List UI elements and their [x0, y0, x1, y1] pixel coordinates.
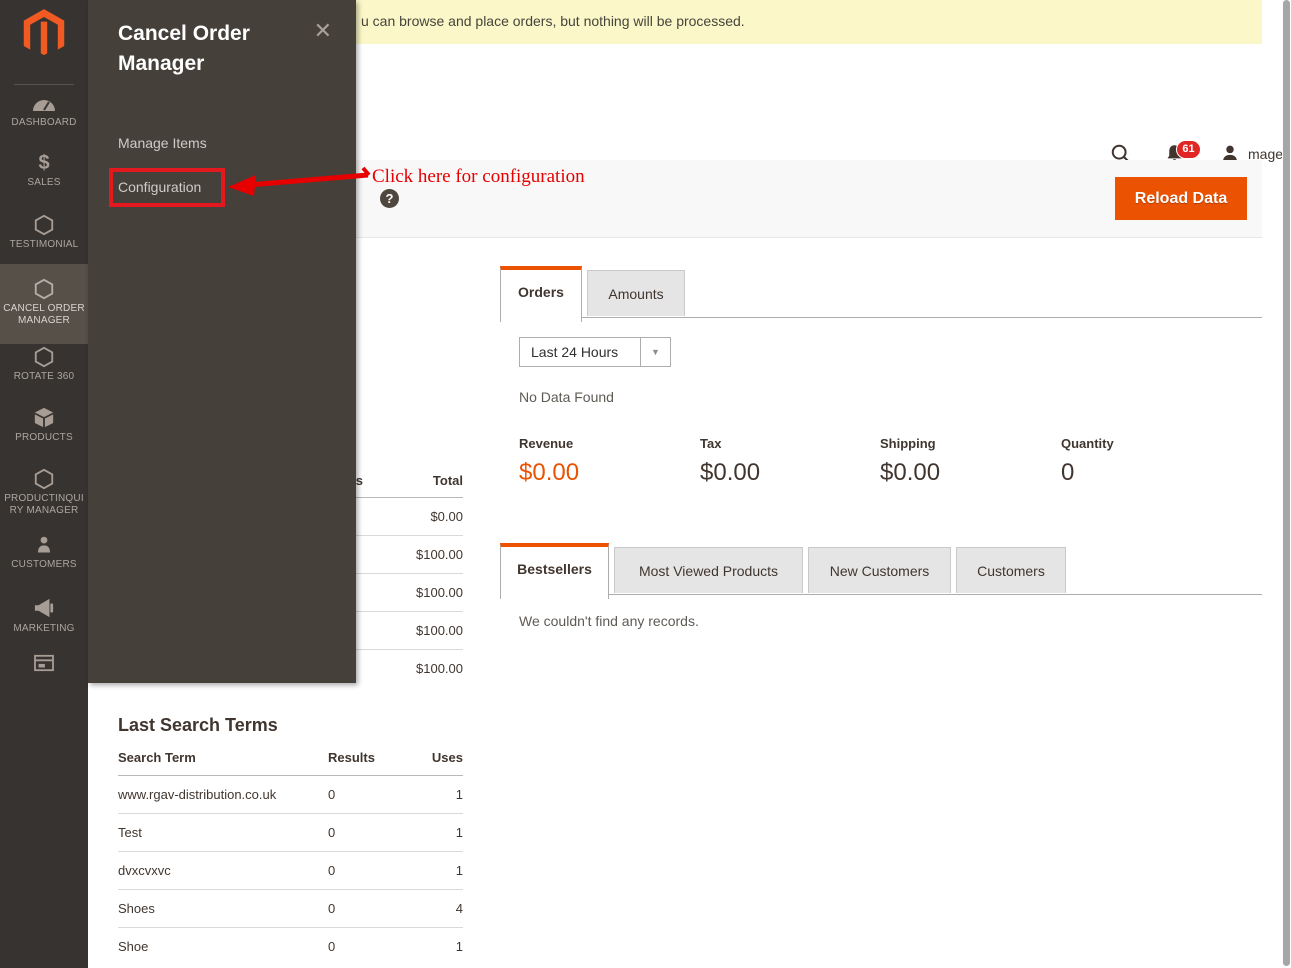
dollar-icon: $ [0, 152, 88, 174]
uses-cell: 1 [408, 863, 463, 878]
content-icon [0, 654, 88, 676]
bestsellers-tabbar: Bestsellers Most Viewed Products New Cus… [500, 543, 1262, 595]
results-cell: 0 [328, 939, 408, 954]
stat-value: $0.00 [519, 459, 694, 487]
sidebar-item-cancel-order-manager[interactable]: CANCEL ORDER MANAGER [0, 264, 88, 344]
results-cell: 0 [328, 825, 408, 840]
sidebar-item-content[interactable] [0, 652, 88, 678]
help-tooltip-icon[interactable]: ? [380, 189, 399, 208]
flyout-title: Cancel Order Manager [118, 19, 303, 79]
orders-tabbar: Orders Amounts [500, 266, 1262, 318]
annotation-text: Click here for configuration [372, 166, 585, 188]
scrollbar-thumb[interactable] [1283, 0, 1290, 966]
order-total: $100.00 [363, 661, 463, 676]
uses-cell: 4 [408, 901, 463, 916]
box-icon [0, 407, 88, 429]
orders-panel: Orders Amounts Last 24 Hours ▼ No Data F… [500, 266, 1262, 318]
stat-quantity: Quantity 0 [1061, 436, 1236, 487]
hexagon-icon [0, 346, 88, 368]
last-search-terms-section: Last Search Terms Search Term Results Us… [118, 715, 463, 965]
section-title: Last Search Terms [118, 715, 463, 736]
hexagon-icon [0, 278, 88, 300]
sidebar-item-dashboard[interactable]: DASHBOARD [0, 90, 88, 131]
search-term-cell: Shoe [118, 939, 328, 954]
column-search-term: Search Term [118, 750, 328, 765]
bestsellers-panel: Bestsellers Most Viewed Products New Cus… [500, 543, 1262, 595]
hexagon-icon [0, 468, 88, 490]
sidebar-item-products[interactable]: PRODUCTS [0, 405, 88, 446]
bestsellers-empty-message: We couldn't find any records. [519, 613, 699, 629]
orders-empty-message: No Data Found [519, 389, 614, 405]
search-term-cell: Test [118, 825, 328, 840]
cancel-order-manager-flyout: Cancel Order Manager ✕ Manage Items Conf… [88, 0, 356, 683]
dashboard-gauge-icon [0, 92, 88, 114]
results-cell: 0 [328, 863, 408, 878]
order-total: $100.00 [363, 585, 463, 600]
megaphone-icon [0, 598, 88, 620]
tab-bestsellers[interactable]: Bestsellers [500, 543, 609, 599]
magento-admin-dashboard: u can browse and place orders, but nothi… [0, 0, 1291, 968]
stat-tax: Tax $0.00 [700, 436, 875, 487]
tab-most-viewed-products[interactable]: Most Viewed Products [614, 547, 803, 593]
sidebar-item-sales[interactable]: $ SALES [0, 150, 88, 191]
stat-value: 0 [1061, 459, 1236, 487]
column-uses: Uses [408, 750, 463, 765]
table-row: Shoes 0 4 [118, 890, 463, 928]
date-range-select[interactable]: Last 24 Hours ▼ [519, 337, 671, 367]
order-total: $0.00 [363, 509, 463, 524]
tab-orders[interactable]: Orders [500, 266, 582, 322]
uses-cell: 1 [408, 825, 463, 840]
table-row: Shoe 0 1 [118, 928, 463, 965]
order-total: $100.00 [363, 623, 463, 638]
results-cell: 0 [328, 901, 408, 916]
magento-logo-icon[interactable] [21, 9, 67, 59]
column-total: Total [363, 473, 463, 488]
sidebar-divider [14, 84, 74, 85]
stat-shipping: Shipping $0.00 [880, 436, 1055, 487]
date-range-value: Last 24 Hours [520, 344, 640, 360]
chevron-down-icon: ▼ [640, 338, 670, 366]
table-row: www.rgav-distribution.co.uk 0 1 [118, 776, 463, 814]
admin-sidebar: DASHBOARD $ SALES TESTIMONIAL CANCEL ORD… [0, 0, 88, 968]
sidebar-item-rotate-360[interactable]: ROTATE 360 [0, 344, 88, 385]
stat-label: Revenue [519, 436, 694, 451]
column-results: Results [328, 750, 408, 765]
close-icon[interactable]: ✕ [314, 20, 332, 42]
search-terms-header-row: Search Term Results Uses [118, 736, 463, 776]
results-cell: 0 [328, 787, 408, 802]
stat-revenue: Revenue $0.00 [519, 436, 694, 487]
annotation-highlight-box [109, 168, 225, 207]
tab-new-customers[interactable]: New Customers [808, 547, 951, 593]
search-term-cell: Shoes [118, 901, 328, 916]
tab-customers[interactable]: Customers [956, 547, 1066, 593]
reload-data-button[interactable]: Reload Data [1115, 177, 1247, 220]
annotation-arrow-icon [220, 160, 380, 202]
search-term-cell: www.rgav-distribution.co.uk [118, 787, 328, 802]
table-row: dvxcvxvc 0 1 [118, 852, 463, 890]
flyout-item-manage-items[interactable]: Manage Items [118, 135, 207, 151]
sidebar-item-customers[interactable]: CUSTOMERS [0, 532, 88, 573]
stat-value: $0.00 [700, 459, 875, 487]
hexagon-icon [0, 214, 88, 236]
person-icon [0, 534, 88, 556]
store-notice-text: u can browse and place orders, but nothi… [361, 13, 745, 29]
uses-cell: 1 [408, 787, 463, 802]
search-term-cell: dvxcvxvc [118, 863, 328, 878]
stat-label: Quantity [1061, 436, 1236, 451]
sidebar-item-testimonial[interactable]: TESTIMONIAL [0, 212, 88, 253]
sidebar-item-marketing[interactable]: MARKETING [0, 596, 88, 637]
sidebar-item-productinquiry-manager[interactable]: PRODUCTINQUIRY MANAGER [0, 466, 88, 519]
stat-label: Shipping [880, 436, 1055, 451]
order-total: $100.00 [363, 547, 463, 562]
notifications-count-badge[interactable]: 61 [1176, 140, 1201, 159]
stat-value: $0.00 [880, 459, 1055, 487]
table-row: Test 0 1 [118, 814, 463, 852]
page-scrollbar [1282, 0, 1291, 968]
uses-cell: 1 [408, 939, 463, 954]
tab-amounts[interactable]: Amounts [587, 270, 685, 316]
stat-label: Tax [700, 436, 875, 451]
